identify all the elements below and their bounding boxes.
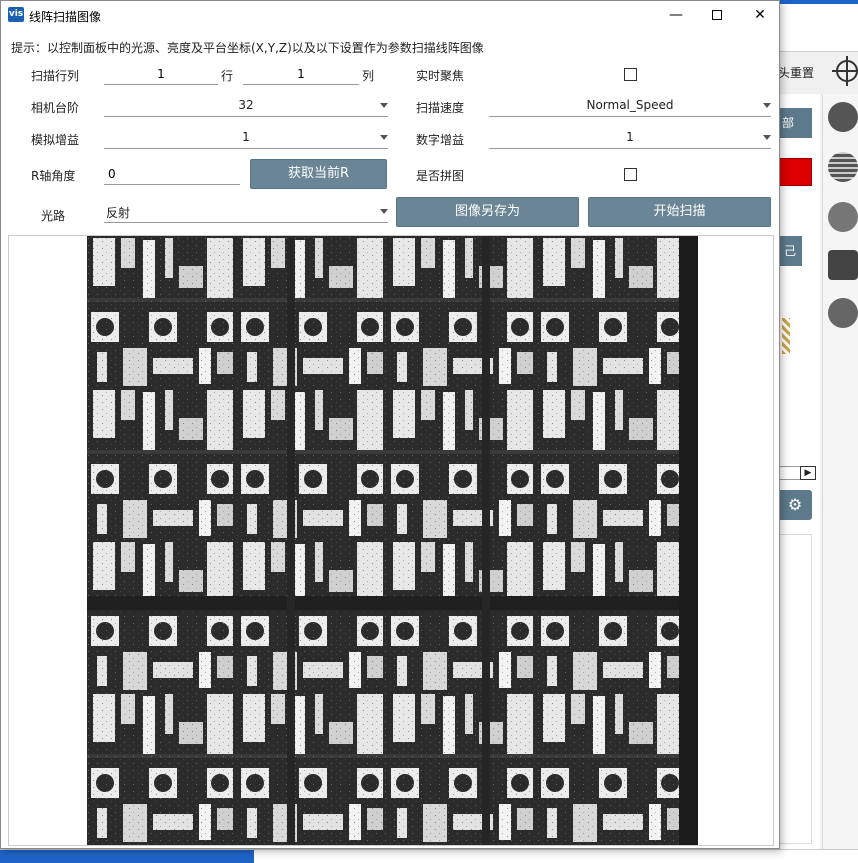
bg-button-1[interactable]: 部 (778, 108, 812, 138)
bg-pattern-swatch (782, 318, 790, 354)
scroll-right-icon[interactable]: ▶ (800, 466, 816, 480)
r-angle-label: R轴角度 (31, 169, 76, 183)
minimize-icon[interactable]: — (653, 1, 699, 31)
scan-speed-value: Normal_Speed (586, 98, 674, 112)
window-title: 线阵扫描图像 (29, 10, 102, 24)
camera-step-value: 32 (238, 98, 254, 112)
gear-refresh-icon[interactable]: ⚙ (778, 490, 812, 520)
camera-step-select[interactable]: 32 (104, 95, 388, 117)
taskbar-active-item[interactable] (0, 850, 254, 863)
dropdown-caret-icon (763, 103, 771, 108)
analog-gain-label: 模拟增益 (31, 133, 80, 147)
dropdown-caret-icon (380, 209, 388, 214)
line-scan-dialog: vis 线阵扫描图像 — ✕ 提示：以控制面板中的光源、亮度及平台坐标(X,Y,… (0, 0, 780, 849)
optical-path-select[interactable]: 反射 (104, 201, 388, 223)
grid-icon[interactable] (828, 152, 858, 182)
rows-input[interactable] (104, 63, 218, 85)
app-icon: vis (8, 7, 24, 22)
scan-speed-label: 扫描速度 (416, 101, 465, 115)
image-icon[interactable] (828, 298, 858, 328)
hint-text: 提示：以控制面板中的光源、亮度及平台坐标(X,Y,Z)以及以下设置作为参数扫描线… (11, 41, 484, 55)
realtime-focus-checkbox[interactable] (624, 68, 637, 81)
maximize-icon[interactable] (694, 1, 740, 31)
digital-gain-value: 1 (626, 130, 634, 144)
title-bar[interactable]: vis 线阵扫描图像 — ✕ (1, 1, 779, 31)
bg-red-button[interactable] (778, 158, 812, 186)
ruler-icon[interactable] (828, 250, 858, 280)
bg-accent-strip (780, 0, 858, 4)
scan-image (87, 236, 698, 845)
optical-path-label: 光路 (41, 209, 66, 223)
dropdown-caret-icon (763, 135, 771, 140)
r-angle-input[interactable] (104, 163, 240, 185)
digital-gain-select[interactable]: 1 (489, 127, 771, 149)
bg-button-2[interactable]: 己 (778, 236, 802, 266)
taskbar (0, 849, 858, 863)
optical-path-value: 反射 (106, 206, 131, 220)
digital-gain-label: 数字增益 (416, 133, 465, 147)
stitch-label: 是否拼图 (416, 169, 465, 183)
get-current-r-button[interactable]: 获取当前R (250, 159, 387, 189)
grid-dots-icon[interactable] (828, 202, 858, 232)
dropdown-caret-icon (380, 103, 388, 108)
camera-step-label: 相机台阶 (31, 101, 80, 115)
dropdown-caret-icon (380, 135, 388, 140)
close-icon[interactable]: ✕ (737, 1, 783, 31)
stitch-checkbox[interactable] (624, 168, 637, 181)
analog-gain-value: 1 (242, 130, 250, 144)
rows-unit: 行 (221, 69, 234, 83)
start-scan-button[interactable]: 开始扫描 (588, 197, 771, 227)
realtime-focus-label: 实时聚焦 (416, 69, 465, 83)
scan-rowcol-label: 扫描行列 (31, 69, 80, 83)
bg-lower-panel (778, 534, 812, 844)
cols-input[interactable] (243, 63, 359, 85)
cols-unit: 列 (362, 69, 375, 83)
analog-gain-select[interactable]: 1 (104, 127, 388, 149)
scan-speed-select[interactable]: Normal_Speed (489, 95, 771, 117)
bg-toolbar (780, 0, 858, 52)
bg-reset-label[interactable]: 头重置 (778, 64, 814, 81)
save-image-as-button[interactable]: 图像另存为 (396, 197, 579, 227)
crosshair-icon[interactable] (832, 56, 858, 86)
camera-icon[interactable] (828, 102, 858, 132)
